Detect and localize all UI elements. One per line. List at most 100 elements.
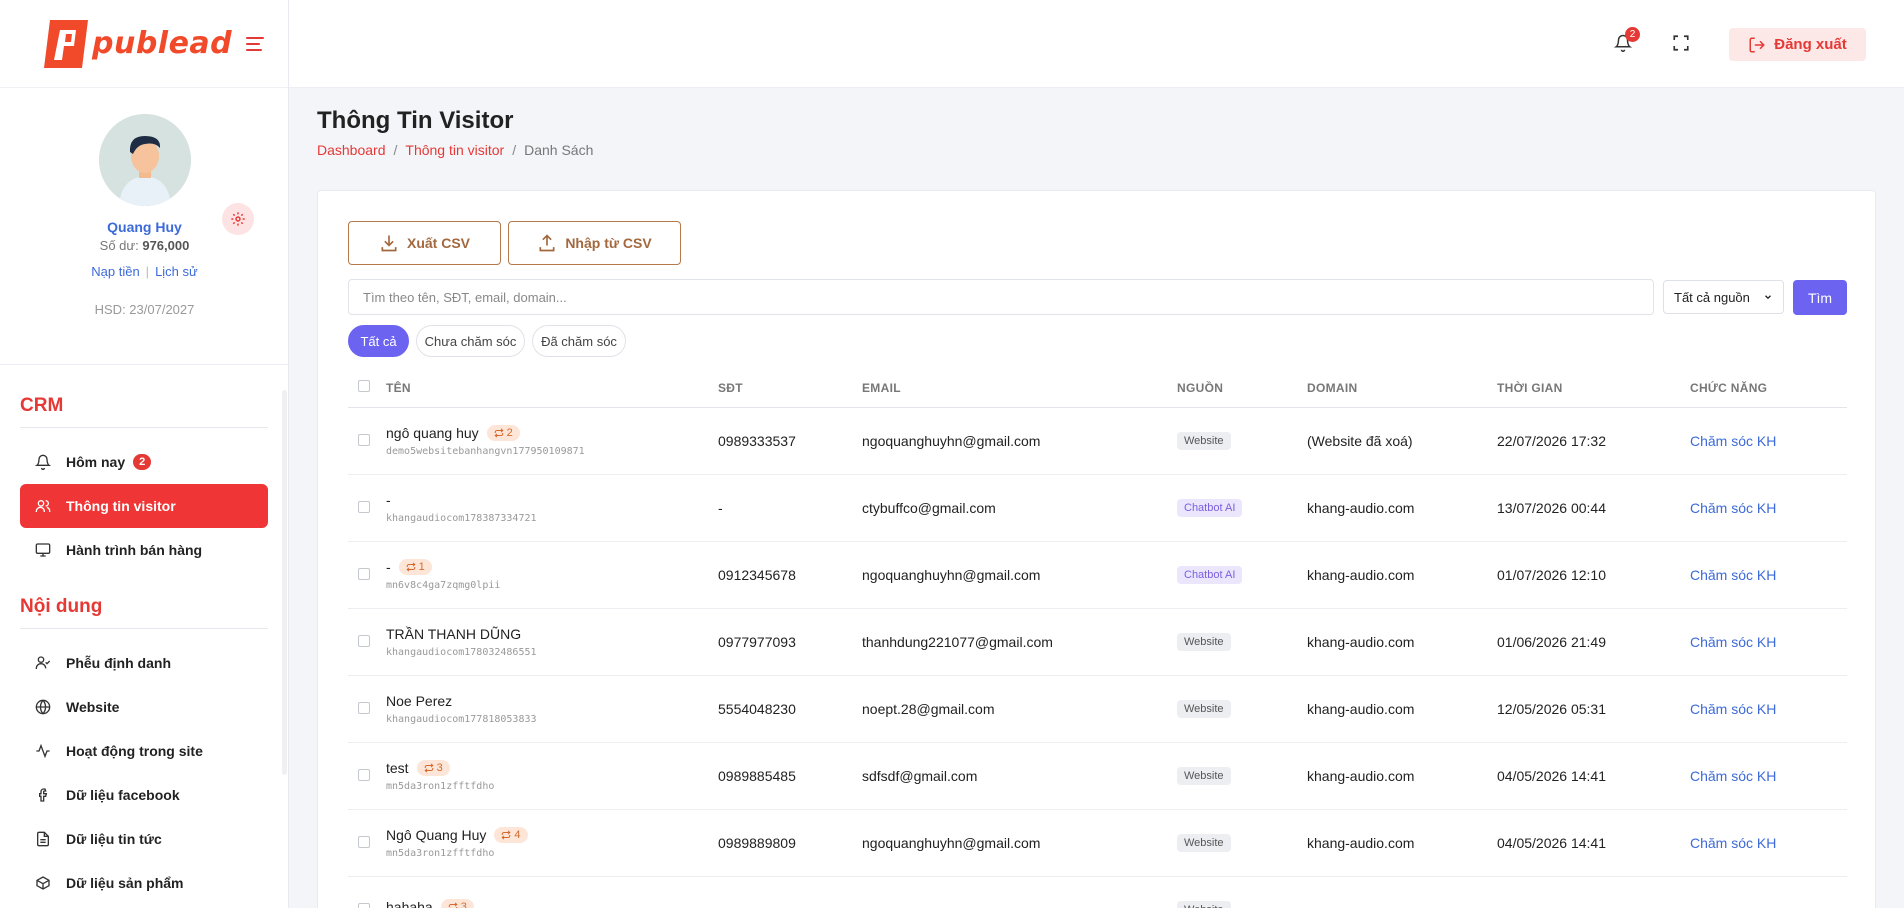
name-cell: test 3 mn5da3ron1zfftfdho [386, 742, 718, 810]
row-checkbox[interactable] [358, 634, 370, 647]
row-checkbox[interactable] [358, 835, 370, 848]
sidebar-item-label: Website [66, 699, 120, 715]
table-row[interactable]: Ngô Quang Huy 4 mn5da3ron1zfftfdho 098988… [348, 809, 1847, 877]
history-link[interactable]: Lịch sử [155, 264, 198, 279]
col-source[interactable]: NGUỒN [1177, 369, 1307, 408]
search-button[interactable]: Tìm [1793, 280, 1847, 315]
logout-button[interactable]: Đăng xuất [1729, 28, 1866, 61]
col-time[interactable]: THỜI GIAN [1497, 369, 1690, 408]
row-select-cell [348, 876, 386, 908]
breadcrumb-current: Danh Sách [524, 142, 594, 158]
sidebar-item-label: Thông tin visitor [66, 498, 176, 514]
filter-all[interactable]: Tất cả [348, 325, 409, 357]
domain-cell: khang-audio.com [1307, 474, 1497, 542]
care-customer-link[interactable]: Chăm sóc KH [1690, 433, 1776, 449]
sidebar-item-site-activity[interactable]: Hoạt động trong site [20, 729, 268, 773]
activity-icon [34, 742, 52, 760]
col-name[interactable]: TÊN [386, 369, 718, 408]
row-checkbox[interactable] [358, 433, 370, 446]
notification-badge: 2 [1625, 27, 1640, 42]
email-cell: thanhdung221077@gmail.com [862, 608, 1177, 676]
breadcrumb-dashboard[interactable]: Dashboard [317, 142, 386, 158]
col-email[interactable]: EMAIL [862, 369, 1177, 408]
repeat-icon [501, 829, 511, 840]
table-row[interactable]: Noe Perez khangaudiocom177818053833 5554… [348, 675, 1847, 743]
fullscreen-button[interactable] [1672, 34, 1690, 52]
row-checkbox[interactable] [358, 567, 370, 580]
source-select[interactable]: Tất cả nguồn [1663, 280, 1784, 314]
brand-name: publead [92, 26, 233, 61]
table-row[interactable]: hahaha 3 Website [348, 876, 1847, 908]
sidebar-item-website[interactable]: Website [20, 685, 268, 729]
email-cell [862, 876, 1177, 908]
domain-cell: khang-audio.com [1307, 809, 1497, 877]
sidebar-scrollbar[interactable] [282, 390, 287, 775]
sidebar-item-today[interactable]: Hôm nay 2 [20, 440, 268, 484]
sidebar-item-news-data[interactable]: Dữ liệu tin tức [20, 817, 268, 861]
profile-links: Nạp tiền | Lịch sử [91, 264, 198, 279]
table-row[interactable]: TRẦN THANH DŨNG khangaudiocom17803248655… [348, 608, 1847, 676]
table-row[interactable]: - khangaudiocom178387334721 - ctybuffco@… [348, 474, 1847, 542]
action-cell: Chăm sóc KH [1690, 608, 1847, 676]
visitor-name: Noe Perez [386, 692, 453, 709]
content-title: Nội dung [20, 572, 268, 629]
care-customer-link[interactable]: Chăm sóc KH [1690, 567, 1776, 583]
filter-cared[interactable]: Đã chăm sóc [532, 325, 626, 357]
logout-label: Đăng xuất [1774, 36, 1847, 53]
action-cell: Chăm sóc KH [1690, 474, 1847, 542]
source-cell: Website [1177, 742, 1307, 810]
breadcrumb-visitor-info[interactable]: Thông tin visitor [405, 142, 504, 158]
col-phone[interactable]: SĐT [718, 369, 862, 408]
phone-cell: 0989885485 [718, 742, 862, 810]
topup-link[interactable]: Nạp tiền [91, 264, 139, 279]
repeat-icon [448, 902, 458, 908]
row-checkbox[interactable] [358, 768, 370, 781]
row-checkbox[interactable] [358, 500, 370, 513]
visitor-name: ngô quang huy [386, 424, 479, 441]
sidebar-item-identity-funnel[interactable]: Phễu định danh [20, 641, 268, 685]
filter-not-cared[interactable]: Chưa chăm sóc [416, 325, 525, 357]
care-customer-link[interactable]: Chăm sóc KH [1690, 701, 1776, 717]
source-select-value: Tất cả nguồn [1674, 289, 1750, 305]
source-badge: Website [1177, 834, 1231, 852]
file-text-icon [34, 830, 52, 848]
brand-logo[interactable]: publead [42, 18, 232, 70]
care-customer-link[interactable]: Chăm sóc KH [1690, 835, 1776, 851]
row-checkbox[interactable] [358, 701, 370, 714]
sidebar-item-sales-journey[interactable]: Hành trình bán hàng [20, 528, 268, 572]
table-row[interactable]: ngô quang huy 2 demo5websitebanhangvn1779… [348, 407, 1847, 475]
notification-button[interactable]: 2 [1611, 27, 1640, 56]
action-cell: Chăm sóc KH [1690, 809, 1847, 877]
sidebar-item-product-data[interactable]: Dữ liệu sản phẩm [20, 861, 268, 905]
sidebar-item-label: Phễu định danh [66, 655, 171, 671]
table-row[interactable]: test 3 mn5da3ron1zfftfdho 0989885485 sdfs… [348, 742, 1847, 810]
import-csv-button[interactable]: Nhập từ CSV [508, 221, 681, 265]
search-input[interactable] [348, 279, 1654, 315]
crm-menu: CRM Hôm nay 2 Thông tin visitor Hành trì… [0, 365, 288, 905]
table-row[interactable]: - 1 mn6v8c4ga7zqmg0lpii 0912345678 ngoqua… [348, 541, 1847, 609]
download-icon [381, 235, 397, 252]
source-badge: Website [1177, 633, 1231, 651]
name-cell: - khangaudiocom178387334721 [386, 474, 718, 542]
row-checkbox[interactable] [358, 902, 370, 908]
visitor-id: khangaudiocom177818053833 [386, 713, 537, 725]
phone-cell: 0989333537 [718, 407, 862, 475]
menu-toggle-icon[interactable] [246, 36, 265, 51]
repeat-icon [424, 762, 434, 773]
visitor-card: Xuất CSV Nhập từ CSV Tất cả nguồn Tìm Tấ… [317, 190, 1876, 908]
sidebar-item-visitor-info[interactable]: Thông tin visitor [20, 484, 268, 528]
care-customer-link[interactable]: Chăm sóc KH [1690, 634, 1776, 650]
sidebar-item-facebook-data[interactable]: Dữ liệu facebook [20, 773, 268, 817]
name-cell: - 1 mn6v8c4ga7zqmg0lpii [386, 541, 718, 609]
logout-icon [1749, 37, 1766, 52]
row-select-cell [348, 608, 386, 676]
care-customer-link[interactable]: Chăm sóc KH [1690, 500, 1776, 516]
action-cell: Chăm sóc KH [1690, 541, 1847, 609]
select-all-checkbox[interactable] [358, 380, 370, 393]
sidebar: publead Quang Huy Số dư: 976,000 Nạp tiề… [0, 0, 289, 908]
logo-icon [44, 19, 88, 68]
care-customer-link[interactable]: Chăm sóc KH [1690, 768, 1776, 784]
source-cell: Chatbot AI [1177, 541, 1307, 609]
export-csv-button[interactable]: Xuất CSV [348, 221, 501, 265]
col-domain[interactable]: DOMAIN [1307, 369, 1497, 408]
